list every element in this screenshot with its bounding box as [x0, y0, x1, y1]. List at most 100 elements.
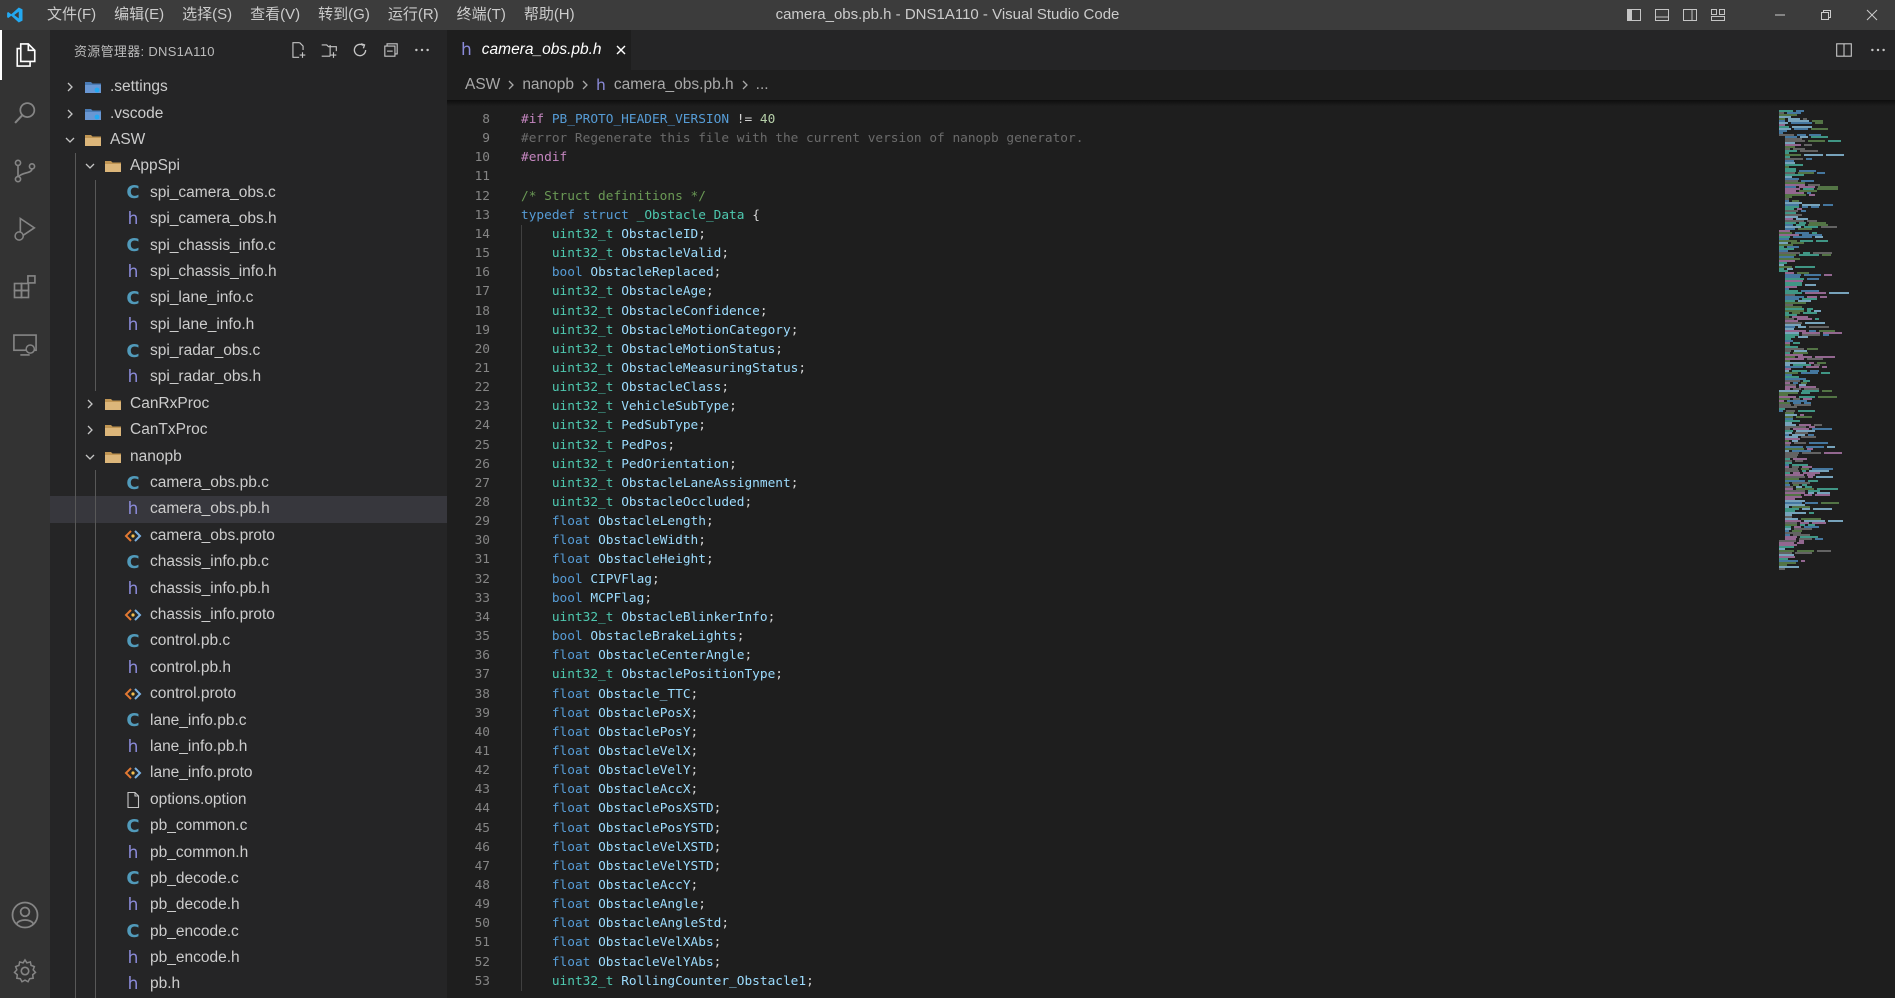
code-line[interactable]: 43 float ObstacleAccX;: [447, 780, 1777, 799]
chevron-down-icon[interactable]: [62, 132, 78, 148]
code-line[interactable]: 9 #error Regenerate this file with the cu…: [447, 129, 1777, 148]
chevron-right-icon[interactable]: [62, 79, 78, 95]
new-folder-icon[interactable]: [318, 39, 340, 61]
tree-file[interactable]: h spi_chassis_info.h: [50, 258, 447, 286]
breadcrumb-item-nanopb[interactable]: nanopb: [522, 76, 574, 94]
tree-file[interactable]: h spi_lane_info.h: [50, 311, 447, 338]
tree-file[interactable]: options.option: [50, 786, 447, 813]
menu-terminal[interactable]: 终端(T): [448, 0, 515, 30]
code-line[interactable]: 14 uint32_t ObstacleID;: [447, 225, 1777, 244]
code-line[interactable]: 40 float ObstaclePosY;: [447, 723, 1777, 742]
code-line[interactable]: 50 float ObstacleAngleStd;: [447, 914, 1777, 933]
run-debug-icon[interactable]: [0, 204, 50, 254]
close-tab-icon[interactable]: [612, 41, 630, 59]
code-line[interactable]: 52 float ObstacleVelYAbs;: [447, 953, 1777, 972]
code-line[interactable]: 46 float ObstacleVelXSTD;: [447, 838, 1777, 857]
code-line[interactable]: 49 float ObstacleAngle;: [447, 895, 1777, 914]
split-editor-icon[interactable]: [1833, 39, 1855, 61]
code-line[interactable]: 13 typedef struct _Obstacle_Data {: [447, 206, 1777, 225]
more-actions-icon[interactable]: [411, 39, 433, 61]
code-line[interactable]: 28 uint32_t ObstacleOccluded;: [447, 493, 1777, 512]
code-line[interactable]: 22 uint32_t ObstacleClass;: [447, 378, 1777, 397]
code-line[interactable]: 16 bool ObstacleReplaced;: [447, 263, 1777, 282]
code-line[interactable]: 12 /* Struct definitions */: [447, 187, 1777, 206]
code-line[interactable]: 31 float ObstacleHeight;: [447, 550, 1777, 569]
tree-file[interactable]: Cpb_encode.c: [50, 918, 447, 945]
tree-file[interactable]: Cchassis_info.pb.c: [50, 549, 447, 576]
tab-camera-obs-pb-h[interactable]: h camera_obs.pb.h: [447, 30, 631, 70]
code-line[interactable]: 34 uint32_t ObstacleBlinkerInfo;: [447, 608, 1777, 627]
code-line[interactable]: 21 uint32_t ObstacleMeasuringStatus;: [447, 359, 1777, 378]
minimap[interactable]: [1777, 100, 1895, 998]
restore-icon[interactable]: [1803, 0, 1849, 30]
code-line[interactable]: 39 float ObstaclePosX;: [447, 704, 1777, 723]
minimize-icon[interactable]: [1757, 0, 1803, 30]
code-editor[interactable]: 78#if PB_PROTO_HEADER_VERSION != 409#err…: [447, 100, 1777, 998]
settings-gear-icon[interactable]: [0, 946, 50, 996]
remote-explorer-icon[interactable]: [0, 320, 50, 370]
code-line[interactable]: 41 float ObstacleVelX;: [447, 742, 1777, 761]
menu-help[interactable]: 帮助(H): [515, 0, 584, 30]
code-line[interactable]: 36 float ObstacleCenterAngle;: [447, 646, 1777, 665]
code-line[interactable]: 11: [447, 167, 1777, 186]
menu-run[interactable]: 运行(R): [379, 0, 448, 30]
code-line[interactable]: 44 float ObstaclePosXSTD;: [447, 799, 1777, 818]
tree-file[interactable]: Cspi_camera_obs.c: [50, 179, 447, 206]
code-line[interactable]: 32 bool CIPVFlag;: [447, 570, 1777, 589]
search-icon[interactable]: [0, 88, 50, 138]
tree-file[interactable]: Cpb_decode.c: [50, 865, 447, 893]
code-line[interactable]: 15 uint32_t ObstacleValid;: [447, 244, 1777, 263]
code-line[interactable]: 19 uint32_t ObstacleMotionCategory;: [447, 321, 1777, 340]
tree-file[interactable]: h camera_obs.pb.h: [50, 496, 447, 523]
code-line[interactable]: 17 uint32_t ObstacleAge;: [447, 282, 1777, 301]
source-control-icon[interactable]: [0, 146, 50, 196]
code-line[interactable]: 42 float ObstacleVelY;: [447, 761, 1777, 780]
code-line[interactable]: 37 uint32_t ObstaclePositionType;: [447, 665, 1777, 684]
refresh-icon[interactable]: [349, 39, 371, 61]
tree-folder[interactable]: .vscode: [50, 100, 447, 126]
menu-file[interactable]: 文件(F): [38, 0, 105, 30]
account-icon[interactable]: [0, 890, 50, 940]
tree-file[interactable]: control.proto: [50, 680, 447, 708]
tree-file[interactable]: Ccontrol.pb.c: [50, 628, 447, 655]
tree-file[interactable]: h chassis_info.pb.h: [50, 575, 447, 602]
tree-folder[interactable]: CanTxProc: [50, 417, 447, 444]
tree-file[interactable]: chassis_info.proto: [50, 601, 447, 629]
code-line[interactable]: 33 bool MCPFlag;: [447, 589, 1777, 608]
tree-file[interactable]: h pb.h: [50, 971, 447, 998]
code-line[interactable]: 23 uint32_t VehicleSubType;: [447, 397, 1777, 416]
tree-file[interactable]: Cpb_common.c: [50, 812, 447, 840]
code-line[interactable]: 26 uint32_t PedOrientation;: [447, 455, 1777, 474]
extensions-icon[interactable]: [0, 262, 50, 312]
collapse-all-icon[interactable]: [380, 39, 402, 61]
menu-selection[interactable]: 选择(S): [173, 0, 241, 30]
code-line[interactable]: 18 uint32_t ObstacleConfidence;: [447, 302, 1777, 321]
tree-file[interactable]: h pb_decode.h: [50, 892, 447, 919]
code-line[interactable]: 45 float ObstaclePosYSTD;: [447, 819, 1777, 838]
code-line[interactable]: 51 float ObstacleVelXAbs;: [447, 933, 1777, 952]
tree-file[interactable]: h pb_common.h: [50, 839, 447, 866]
breadcrumb-item-symbols[interactable]: ...: [756, 76, 769, 94]
code-line[interactable]: 53 uint32_t RollingCounter_Obstacle1;: [447, 972, 1777, 991]
chevron-right-icon[interactable]: [82, 422, 98, 438]
tree-file[interactable]: Cspi_lane_info.c: [50, 285, 447, 312]
menu-edit[interactable]: 编辑(E): [105, 0, 173, 30]
tree-file[interactable]: Ccamera_obs.pb.c: [50, 469, 447, 497]
code-line[interactable]: 10 #endif: [447, 148, 1777, 167]
breadcrumb-item-file[interactable]: camera_obs.pb.h: [614, 76, 734, 94]
editor-more-icon[interactable]: [1867, 39, 1889, 61]
code-line[interactable]: 47 float ObstacleVelYSTD;: [447, 857, 1777, 876]
code-line[interactable]: 20 uint32_t ObstacleMotionStatus;: [447, 340, 1777, 359]
code-line[interactable]: 24 uint32_t PedSubType;: [447, 416, 1777, 435]
tree-file[interactable]: h pb_encode.h: [50, 944, 447, 972]
tree-file[interactable]: Cspi_chassis_info.c: [50, 232, 447, 259]
menu-go[interactable]: 转到(G): [309, 0, 379, 30]
chevron-down-icon[interactable]: [82, 449, 98, 465]
close-window-icon[interactable]: [1849, 0, 1895, 30]
code-line[interactable]: 48 float ObstacleAccY;: [447, 876, 1777, 895]
tree-file[interactable]: h lane_info.pb.h: [50, 733, 447, 761]
tree-folder[interactable]: ASW: [50, 127, 447, 153]
tree-file[interactable]: camera_obs.proto: [50, 522, 447, 550]
chevron-right-icon[interactable]: [82, 396, 98, 412]
tree-file[interactable]: h spi_radar_obs.h: [50, 364, 447, 391]
